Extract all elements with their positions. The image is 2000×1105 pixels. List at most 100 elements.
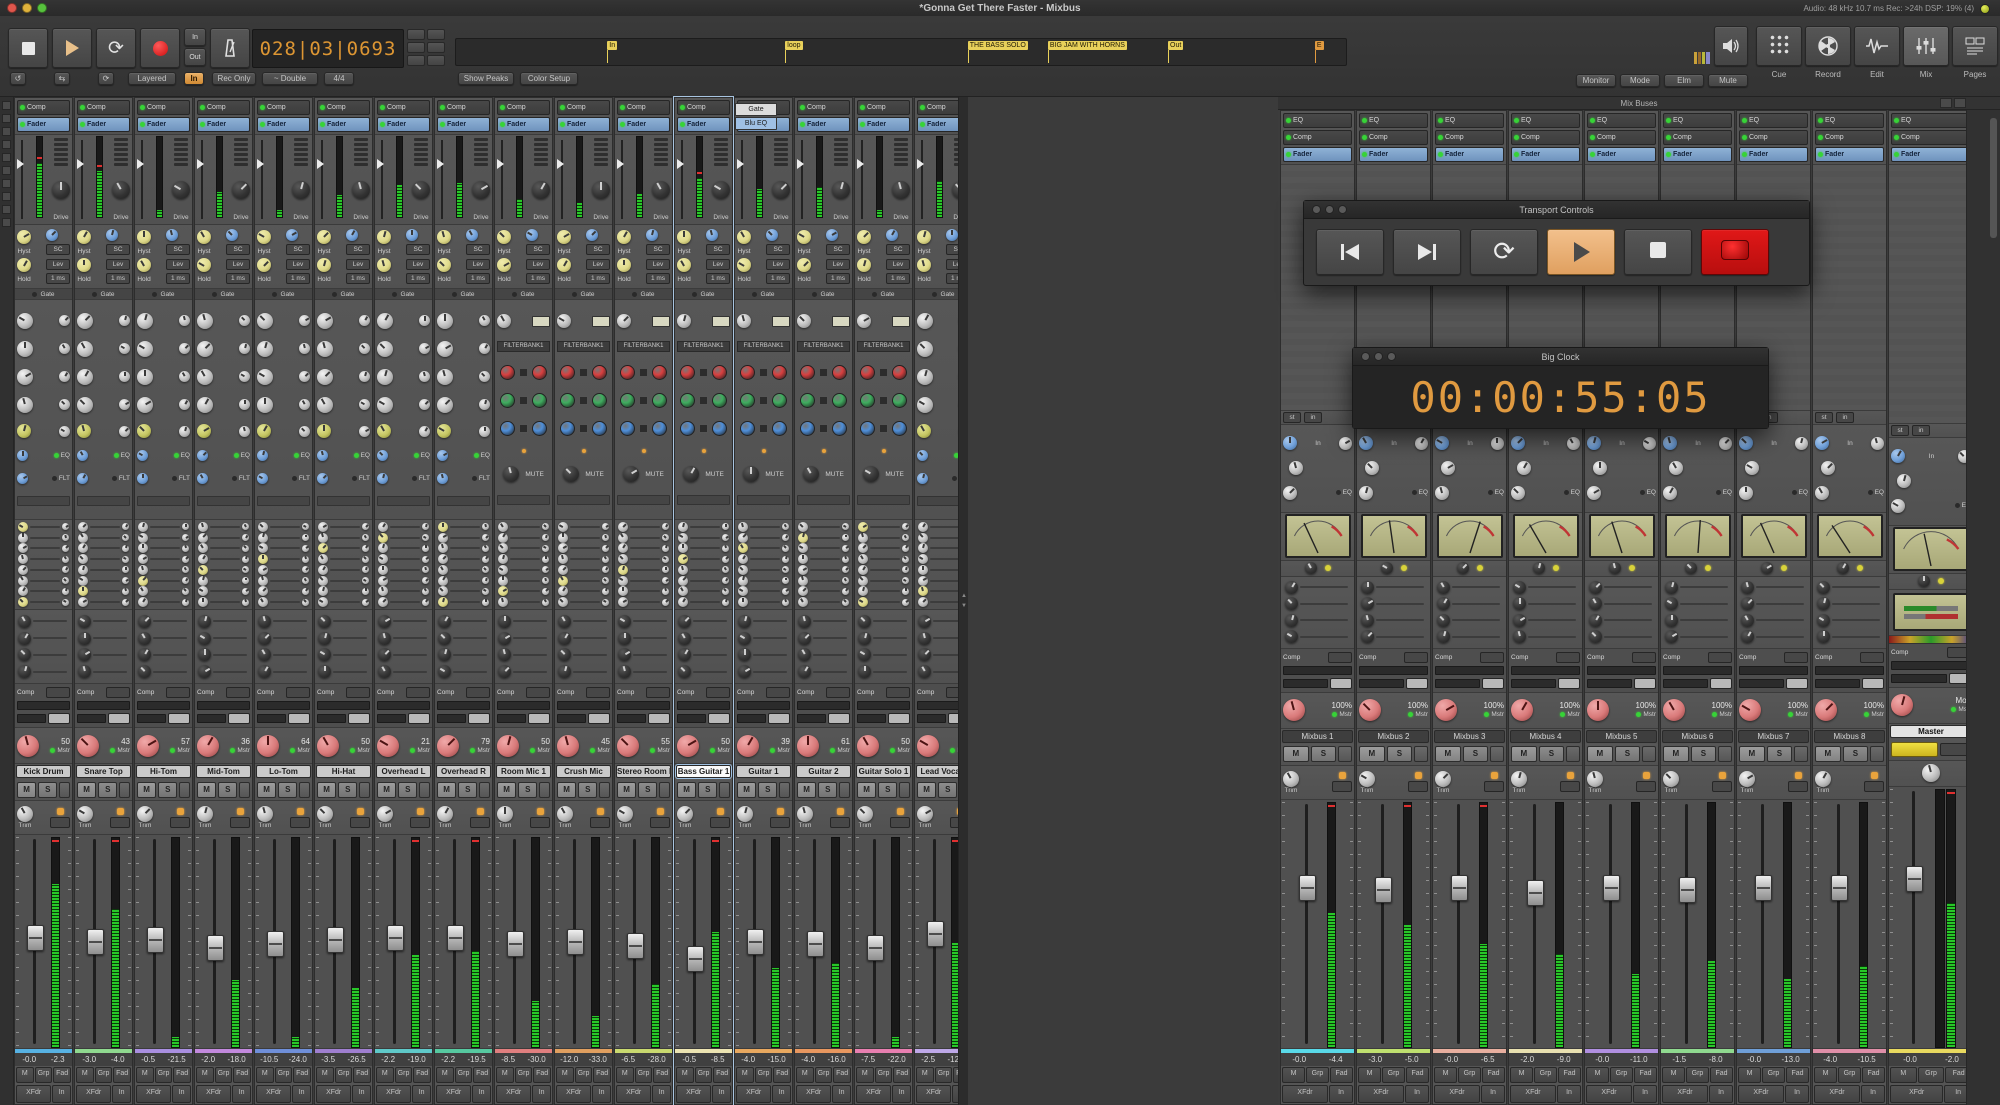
bus-send-knob[interactable] xyxy=(918,597,928,607)
mute-button[interactable]: M xyxy=(1359,746,1385,762)
aux-send-knob[interactable] xyxy=(138,648,151,661)
metering-point-button[interactable]: M xyxy=(76,1067,94,1083)
eq-gain-knob[interactable] xyxy=(197,313,213,329)
bus-send-knob[interactable] xyxy=(318,522,328,532)
crossfader-button[interactable]: XFdr xyxy=(496,1085,531,1103)
flt-in-button[interactable]: FLT xyxy=(172,475,190,482)
crossfader-button[interactable]: XFdr xyxy=(316,1085,351,1103)
gate-sidechain-button[interactable]: SC xyxy=(886,244,910,255)
bus-send-trim-knob[interactable] xyxy=(482,588,489,595)
processor-slot-button[interactable]: Comp xyxy=(497,100,550,115)
mute-button[interactable]: M xyxy=(1739,746,1765,762)
aux-send-knob[interactable] xyxy=(678,632,691,645)
fader-slot-button[interactable]: Fader xyxy=(1359,147,1428,162)
bus-send-knob[interactable] xyxy=(558,543,568,553)
input-button[interactable]: In xyxy=(1329,1085,1353,1103)
gain-value[interactable]: -0.5 xyxy=(141,1055,155,1064)
eq-lf-knob[interactable] xyxy=(197,424,211,438)
trim-knob[interactable] xyxy=(257,806,273,822)
processor-slot-button[interactable]: Comp xyxy=(677,100,730,115)
bus-send-trim-knob[interactable] xyxy=(902,577,909,584)
bus-send-trim-knob[interactable] xyxy=(242,577,249,584)
gain-fader[interactable] xyxy=(27,837,42,1046)
eq-in-button[interactable]: EQ xyxy=(54,452,70,459)
gate-sidechain-button[interactable]: SC xyxy=(106,244,130,255)
eq-lf-knob[interactable] xyxy=(377,424,391,438)
group-button[interactable]: Grp xyxy=(275,1067,293,1083)
eq-freq-knob[interactable] xyxy=(179,371,190,382)
bus-send-trim-knob[interactable] xyxy=(422,577,429,584)
input-trim-fader[interactable] xyxy=(137,136,147,223)
gain-value[interactable]: -0.0 xyxy=(1292,1055,1306,1064)
gain-value[interactable]: -2.0 xyxy=(1520,1055,1534,1064)
bus-send-knob[interactable] xyxy=(918,554,928,564)
gain-fader[interactable] xyxy=(627,837,642,1046)
comp-mode-button[interactable] xyxy=(1784,652,1808,663)
trim-control[interactable]: Trim xyxy=(1511,771,1527,794)
stereo-button[interactable]: st xyxy=(1891,425,1909,436)
bus-send-knob[interactable] xyxy=(18,586,28,596)
crossfader-button[interactable]: XFdr xyxy=(136,1085,171,1103)
comp-mode-button[interactable] xyxy=(166,687,190,698)
processor-slot-button[interactable]: Comp xyxy=(1587,130,1656,145)
fader-slot-button[interactable]: Fader xyxy=(557,117,610,132)
bus-send-trim-knob[interactable] xyxy=(662,577,669,584)
drive-knob[interactable] xyxy=(832,181,850,199)
strips-list-entry[interactable] xyxy=(2,114,11,123)
timeline-marker[interactable]: E xyxy=(1315,41,1324,50)
aux-send-knob[interactable] xyxy=(1665,581,1678,594)
bus-send-knob[interactable] xyxy=(18,543,28,553)
crossfader-button[interactable]: XFdr xyxy=(796,1085,831,1103)
gate-depth-knob[interactable] xyxy=(706,229,718,241)
solo-button[interactable]: S xyxy=(1387,746,1413,762)
fader-cap[interactable] xyxy=(747,929,764,955)
trim-handle[interactable] xyxy=(17,159,24,169)
stereo-button[interactable]: st xyxy=(1815,412,1833,423)
bus-eq-button[interactable]: EQ xyxy=(1716,489,1732,496)
bus-eq-button[interactable]: EQ xyxy=(1640,489,1656,496)
bus-send-knob[interactable] xyxy=(558,586,568,596)
bus-send-knob[interactable] xyxy=(258,576,268,586)
crossfader-button[interactable]: XFdr xyxy=(1814,1085,1860,1103)
aux-send-knob[interactable] xyxy=(258,632,271,645)
gain-value[interactable]: -0.0 xyxy=(1747,1055,1761,1064)
bus-send-knob[interactable] xyxy=(318,597,328,607)
trim-handle[interactable] xyxy=(317,159,324,169)
trim-control[interactable]: Trim xyxy=(857,806,873,829)
eq-freq-knob[interactable] xyxy=(359,371,370,382)
fader-mode-button[interactable]: Fad xyxy=(593,1067,611,1083)
aux-send-knob[interactable] xyxy=(438,665,451,678)
fader-mode-button[interactable]: Fad xyxy=(1406,1067,1429,1083)
processor-slot-button[interactable]: Comp xyxy=(1435,130,1504,145)
fader-slot-button[interactable]: Fader xyxy=(1435,147,1504,162)
bus-send-trim-knob[interactable] xyxy=(122,577,129,584)
flt-in-button[interactable]: FLT xyxy=(472,475,490,482)
bus-send-knob[interactable] xyxy=(738,576,748,586)
filterbank-mini-button[interactable] xyxy=(699,368,708,377)
comp-mode-button[interactable] xyxy=(706,687,730,698)
input-button[interactable]: in xyxy=(1304,412,1322,423)
fader-slot-button[interactable]: Fader xyxy=(617,117,670,132)
plugin-bypass-button[interactable] xyxy=(892,316,910,327)
group-button[interactable]: Grp xyxy=(335,1067,353,1083)
bus-send-knob[interactable] xyxy=(618,533,628,543)
filterbank-mini-button[interactable] xyxy=(519,368,528,377)
bus-send-trim-knob[interactable] xyxy=(362,545,369,552)
mute-button[interactable]: M xyxy=(377,782,396,798)
solo-button[interactable]: S xyxy=(698,782,717,798)
vu-ref-knob[interactable] xyxy=(1305,562,1317,574)
filterbank-mini-button[interactable] xyxy=(519,396,528,405)
trim-handle[interactable] xyxy=(197,159,204,169)
master-assign-button[interactable]: Mstr xyxy=(1560,711,1580,718)
metering-point-button[interactable]: M xyxy=(16,1067,34,1083)
page-edit-button[interactable] xyxy=(1854,26,1900,66)
peak-value[interactable]: -26.5 xyxy=(348,1055,366,1064)
master-strip[interactable]: EQCompFaderstinInEQCompMonMstrMaster-0.0… xyxy=(1888,110,1974,1105)
mute-button[interactable]: M xyxy=(497,782,516,798)
bus-send-trim-knob[interactable] xyxy=(782,556,789,563)
master-assign-button[interactable]: Mstr xyxy=(1332,711,1352,718)
aux-send-knob[interactable] xyxy=(1817,630,1830,643)
fader-cap[interactable] xyxy=(567,929,584,955)
pan-knob[interactable] xyxy=(1435,699,1457,721)
master-assign-button[interactable]: Mstr xyxy=(1408,711,1428,718)
